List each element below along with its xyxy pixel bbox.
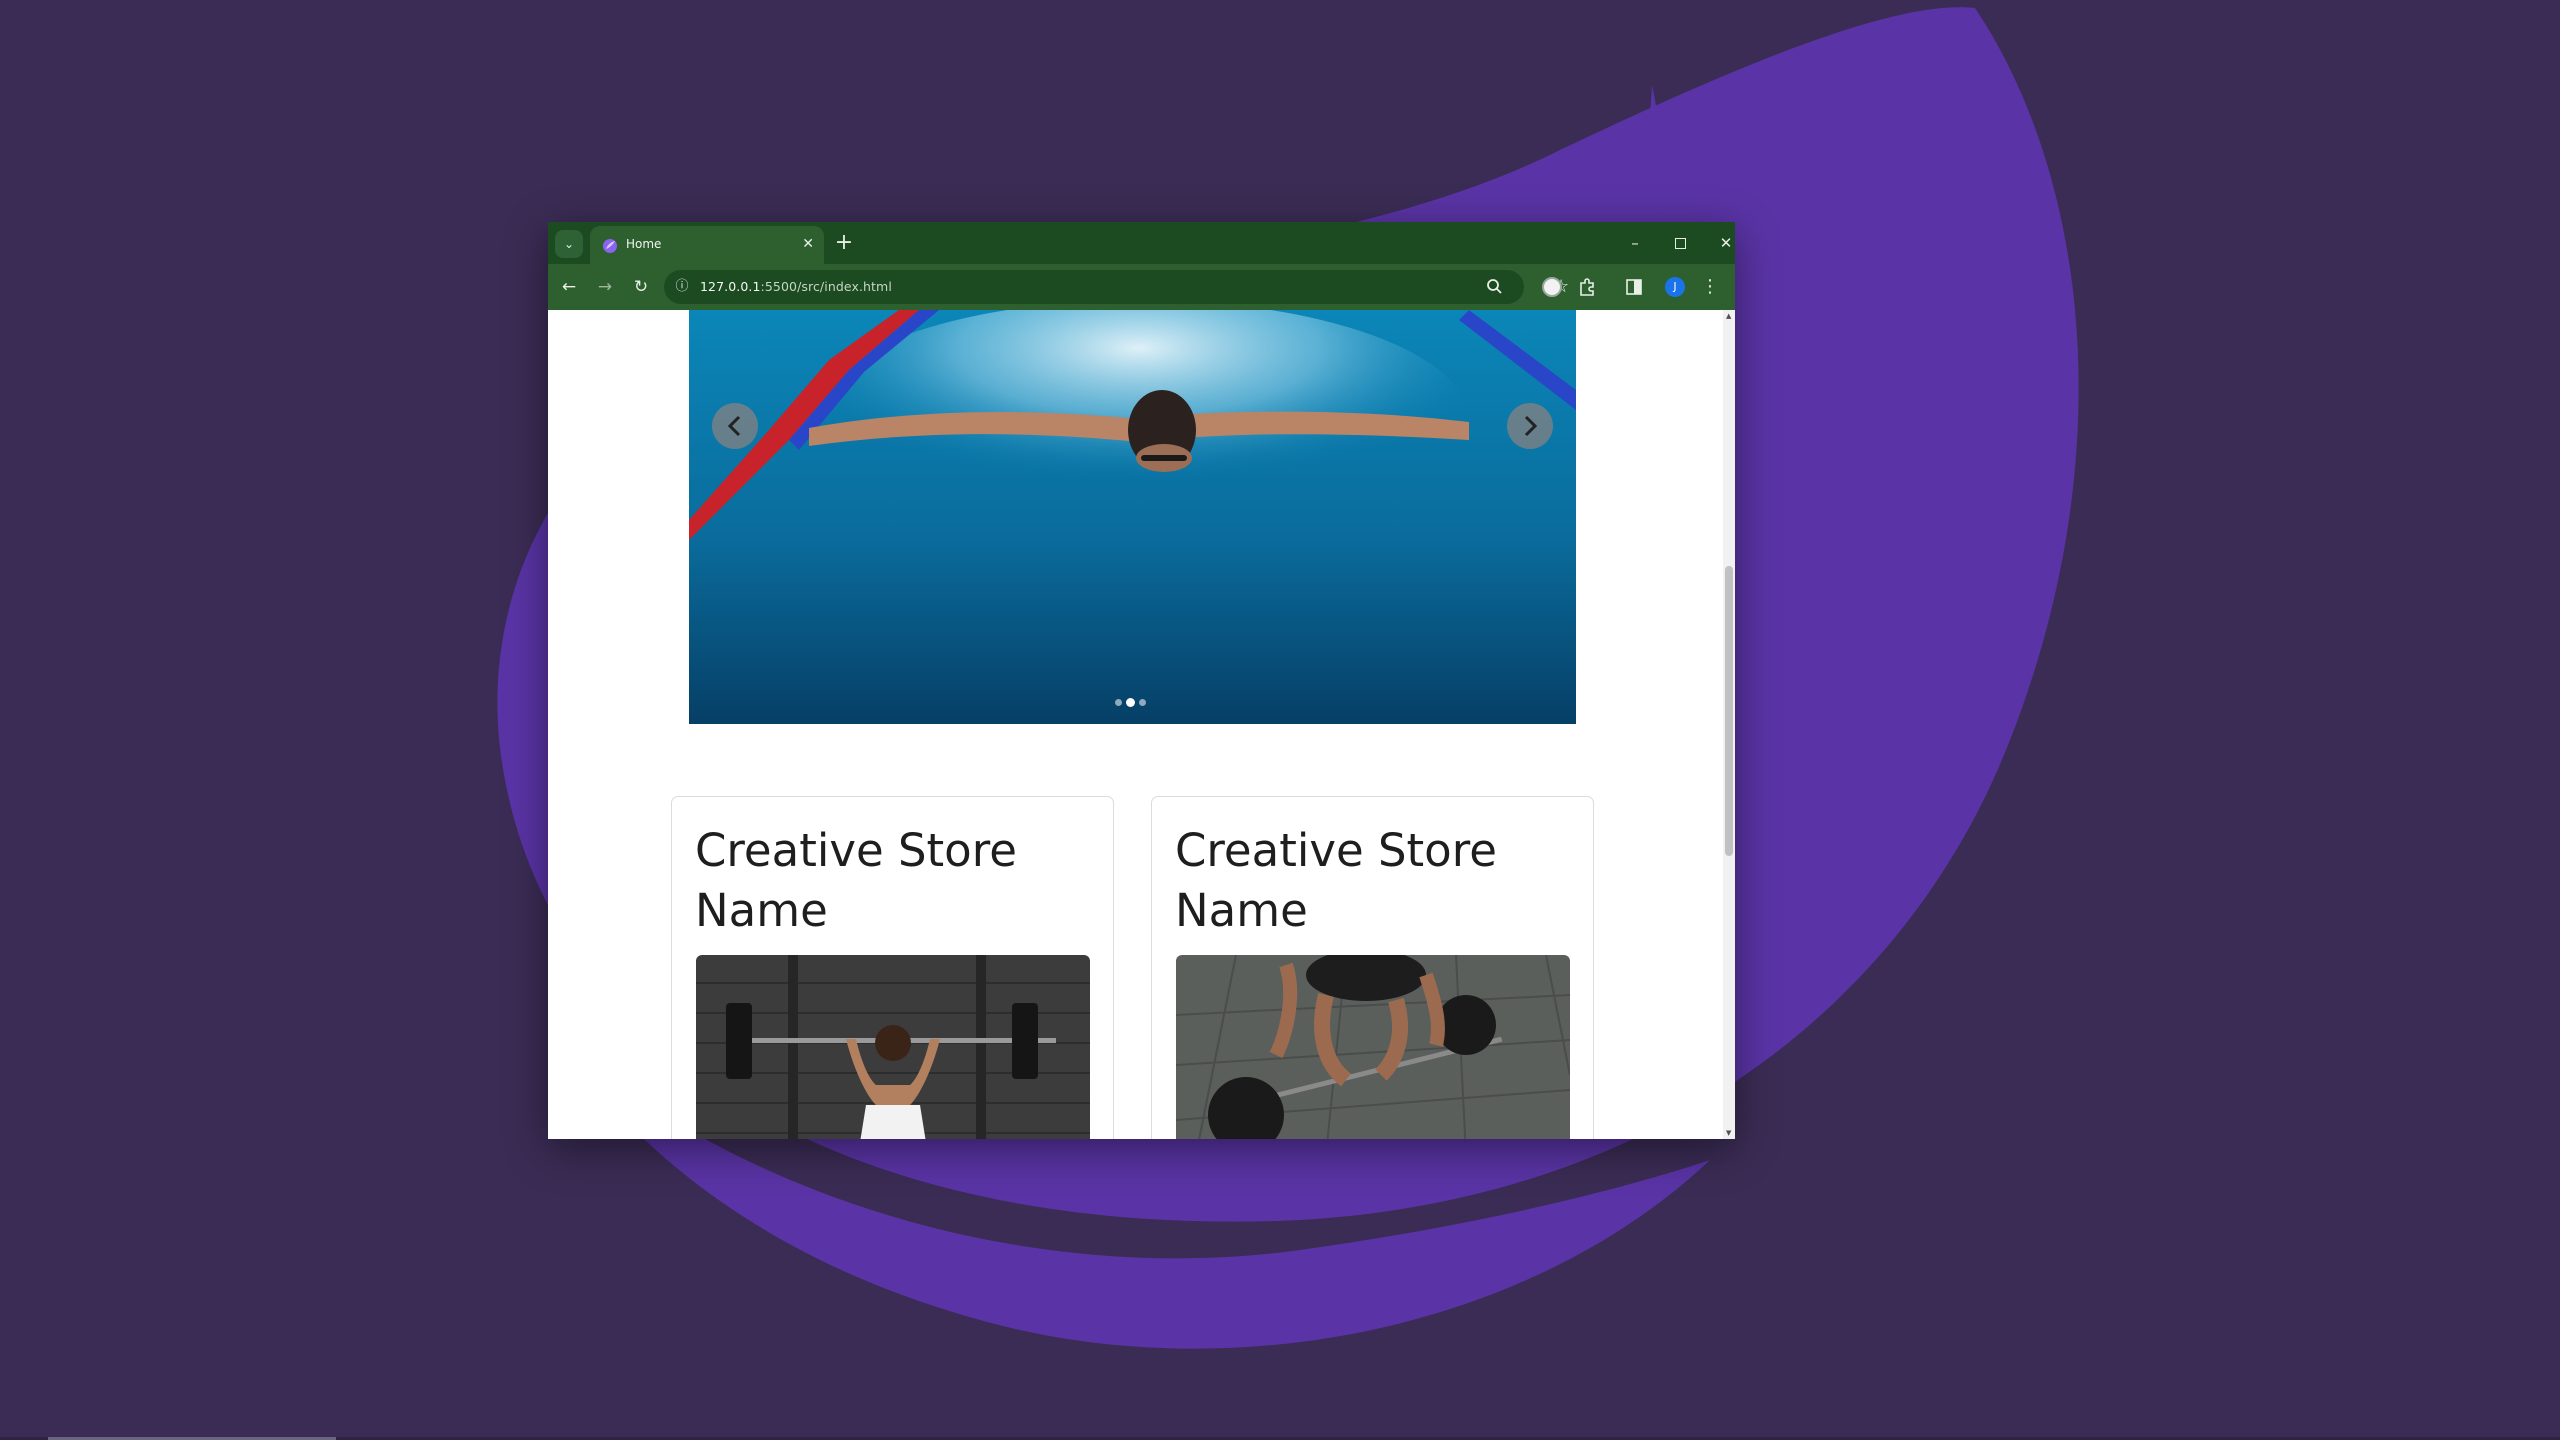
close-tab-icon[interactable]: ✕ [802, 235, 814, 253]
carousel-prev-button[interactable] [712, 403, 758, 449]
scroll-up-arrow-icon[interactable]: ▲ [1726, 312, 1731, 320]
extension-icon[interactable] [1542, 277, 1562, 297]
card-title: Creative Store Name [1175, 824, 1497, 937]
tab-title: Home [626, 237, 662, 251]
site-info-icon[interactable]: ⓘ [672, 277, 692, 297]
browser-tab-home[interactable]: Home ✕ [590, 226, 824, 264]
zoom-icon[interactable] [1484, 276, 1506, 298]
close-window-button[interactable]: ✕ [1711, 231, 1735, 255]
browser-toolbar: ← → ↻ ⓘ 127.0.0.1:5500/src/index.html ☆ … [548, 264, 1735, 311]
card-title: Creative Store Name [695, 824, 1017, 937]
store-card: Creative Store Name [1151, 796, 1594, 1139]
carousel-indicator-2[interactable] [1126, 698, 1135, 707]
carousel-indicator-3[interactable] [1139, 699, 1146, 706]
address-bar[interactable]: ⓘ 127.0.0.1:5500/src/index.html [664, 270, 1524, 304]
chevron-down-icon: ⌄ [563, 237, 575, 251]
url-text: 127.0.0.1:5500/src/index.html [700, 279, 892, 294]
chevron-right-icon [1524, 415, 1538, 437]
side-panel-icon[interactable] [1624, 277, 1644, 297]
more-menu-icon[interactable]: ⋮ [1700, 274, 1720, 300]
profile-avatar[interactable]: J [1665, 277, 1685, 297]
vite-favicon-icon [603, 239, 617, 253]
carousel-indicator-1[interactable] [1115, 699, 1122, 706]
tab-search-button[interactable]: ⌄ [555, 230, 583, 258]
card-image [696, 955, 1090, 1139]
extensions-puzzle-icon[interactable] [1577, 277, 1597, 297]
forward-button[interactable]: → [591, 273, 619, 301]
carousel-next-button[interactable] [1507, 403, 1553, 449]
browser-window: ⌄ Home ✕ + – ✕ ← → ↻ ⓘ 127.0.0.1:5500/sr… [548, 222, 1735, 1139]
arrow-left-icon: ← [561, 277, 577, 297]
reload-icon: ↻ [633, 277, 649, 297]
page-viewport: Creative Store Name Creative Store Name [548, 310, 1723, 1139]
arrow-right-icon: → [597, 277, 613, 297]
hero-carousel [689, 310, 1576, 724]
tab-strip: ⌄ Home ✕ + – ✕ [548, 222, 1735, 264]
scrollbar-thumb[interactable] [1725, 566, 1733, 856]
scroll-down-arrow-icon[interactable]: ▼ [1726, 1129, 1731, 1137]
new-tab-button[interactable]: + [830, 230, 858, 258]
chevron-left-icon [727, 415, 741, 437]
swimmer-slide-image [689, 310, 1576, 724]
back-button[interactable]: ← [555, 273, 583, 301]
page-scrollbar[interactable]: ▲ ▼ [1723, 310, 1735, 1139]
weightlifter-image [696, 955, 1090, 1139]
card-image [1176, 955, 1570, 1139]
carousel-indicators [1115, 698, 1146, 707]
maximize-window-button[interactable] [1665, 231, 1695, 255]
deadlift-image [1176, 955, 1570, 1139]
reload-button[interactable]: ↻ [627, 273, 655, 301]
minimize-window-button[interactable]: – [1620, 231, 1650, 255]
store-card: Creative Store Name [671, 796, 1114, 1139]
